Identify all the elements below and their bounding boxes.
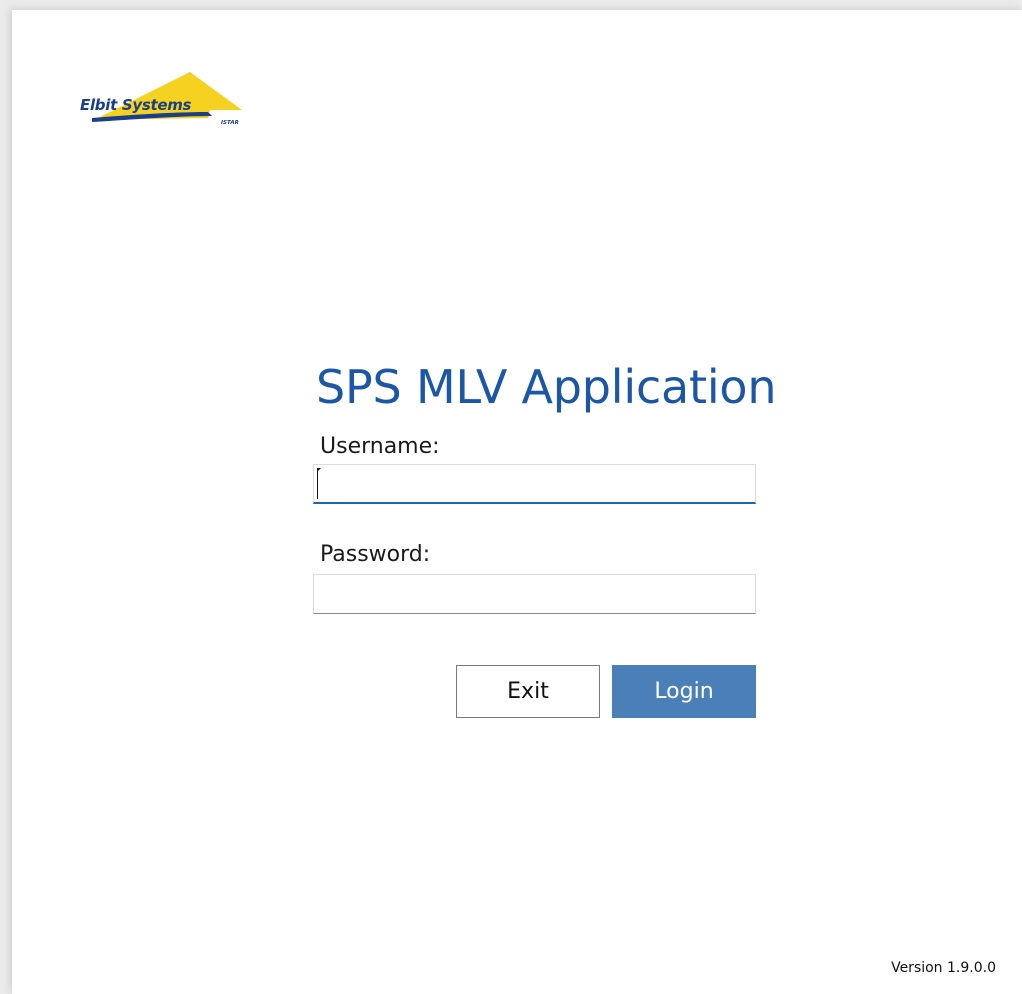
elbit-systems-logo: Elbit Systems ISTAR bbox=[80, 68, 242, 128]
login-window: Elbit Systems ISTAR SPS MLV Application … bbox=[12, 10, 1022, 994]
logo-text: Elbit Systems bbox=[80, 96, 192, 114]
logo-subtext: ISTAR bbox=[221, 120, 239, 126]
password-input[interactable] bbox=[313, 574, 756, 614]
password-label: Password: bbox=[320, 542, 431, 567]
username-label: Username: bbox=[320, 434, 440, 459]
username-input[interactable] bbox=[313, 464, 756, 504]
exit-button[interactable]: Exit bbox=[456, 665, 600, 718]
app-title: SPS MLV Application bbox=[316, 360, 777, 414]
text-cursor bbox=[317, 471, 318, 499]
login-button[interactable]: Login bbox=[612, 665, 756, 718]
version-label: Version 1.9.0.0 bbox=[891, 960, 996, 976]
